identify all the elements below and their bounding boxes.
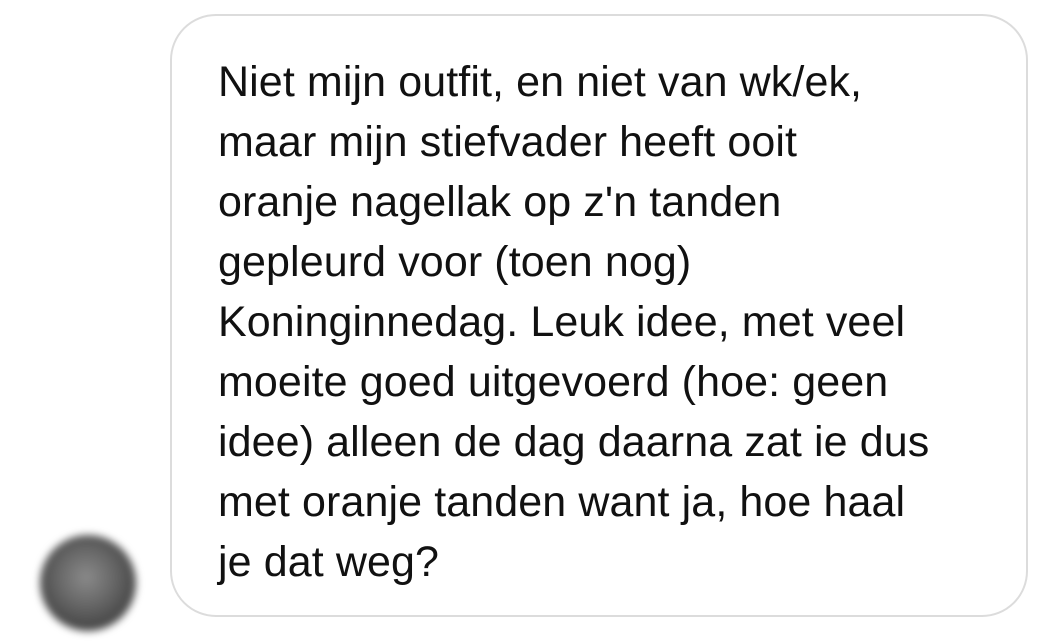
message-bubble[interactable]: Niet mijn outfit, en niet van wk/ek, maa… — [170, 14, 1028, 617]
sender-avatar[interactable] — [40, 535, 136, 631]
message-text: Niet mijn outfit, en niet van wk/ek, maa… — [218, 58, 930, 586]
